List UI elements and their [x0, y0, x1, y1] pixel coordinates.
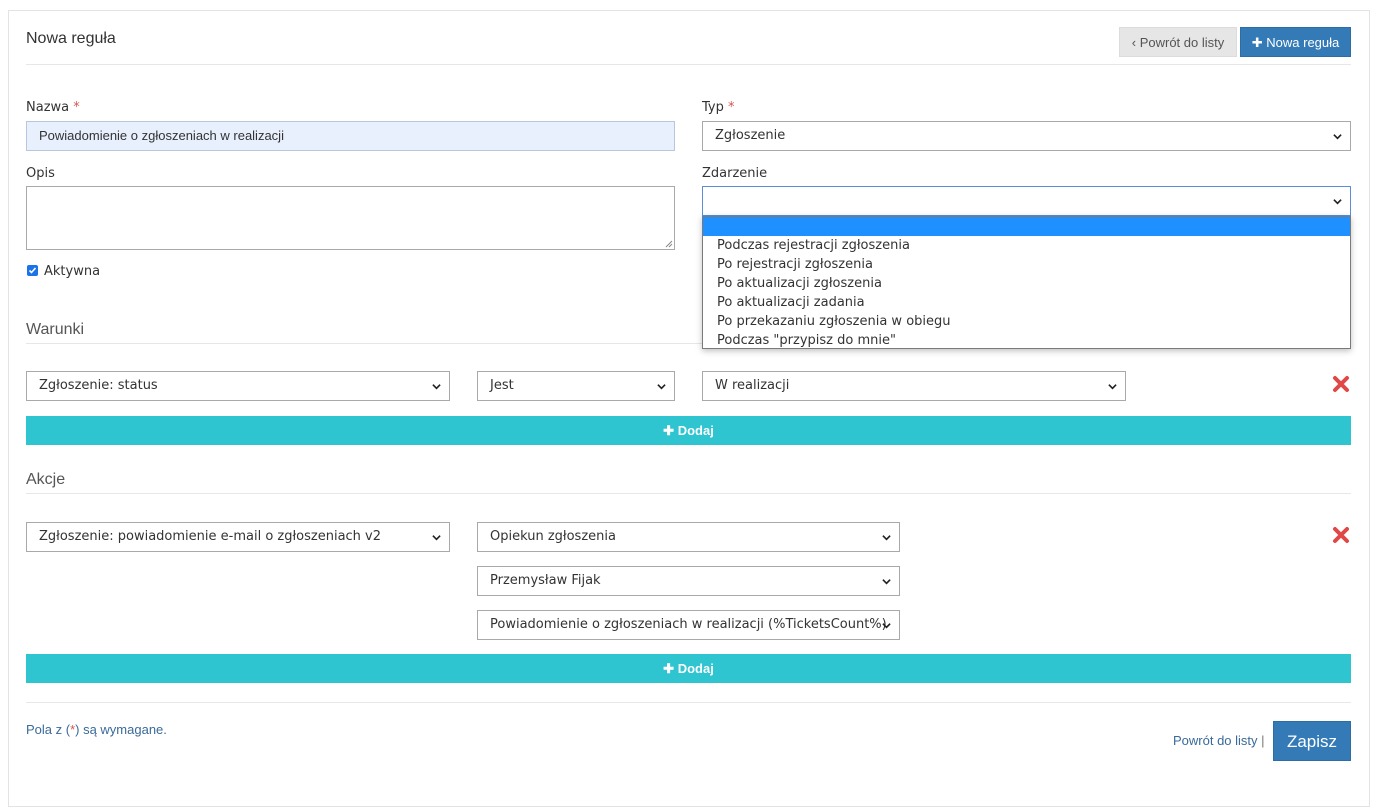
type-label-text: Typ [702, 100, 724, 115]
new-rule-button[interactable]: ✚ Nowa reguła [1240, 27, 1351, 57]
condition-value-select[interactable]: W realizacji [702, 371, 1126, 401]
page-title: Nowa reguła [26, 30, 116, 47]
chevron-down-icon [1333, 199, 1342, 205]
note-suffix: ) są wymagane. [75, 722, 167, 737]
event-option[interactable]: Po aktualizacji zadania [703, 293, 1350, 312]
name-field[interactable]: Powiadomienie o zgłoszeniach w realizacj… [26, 121, 675, 151]
action-recipient-select[interactable]: Opiekun zgłoszenia [477, 522, 900, 552]
back-to-list-link[interactable]: Powrót do listy [1173, 733, 1258, 748]
footer-separator: | [1261, 733, 1265, 748]
actions-divider [26, 493, 1351, 494]
add-condition-label: Dodaj [677, 423, 714, 438]
actions-title: Akcje [26, 471, 66, 488]
condition-field-select[interactable]: Zgłoszenie: status [26, 371, 450, 401]
name-label: Nazwa * [26, 100, 80, 115]
description-label: Opis [26, 166, 55, 181]
condition-value-value: W realizacji [715, 378, 790, 393]
add-action-label: Dodaj [677, 661, 714, 676]
required-mark: * [73, 100, 80, 115]
event-select[interactable] [702, 186, 1351, 216]
condition-operator-value: Jest [490, 378, 514, 393]
condition-operator-select[interactable]: Jest [477, 371, 675, 401]
plus-icon: ✚ [663, 661, 675, 676]
check-icon [28, 267, 37, 274]
chevron-down-icon [432, 384, 441, 390]
plus-icon: ✚ [663, 423, 675, 438]
resize-grip-icon[interactable] [665, 240, 673, 248]
note-prefix: Pola z ( [26, 722, 71, 737]
event-option[interactable]: Po rejestracji zgłoszenia [703, 255, 1350, 274]
event-dropdown-list[interactable]: Podczas rejestracji zgłoszenia Po rejest… [702, 216, 1351, 349]
chevron-down-icon [1333, 134, 1342, 140]
close-icon[interactable] [1332, 375, 1350, 393]
event-option[interactable]: Podczas "przypisz do mnie" [703, 331, 1350, 350]
footer-links: Powrót do listy | [1173, 733, 1265, 748]
action-type-value: Zgłoszenie: powiadomienie e-mail o zgłos… [39, 529, 382, 544]
event-label: Zdarzenie [702, 166, 768, 181]
chevron-down-icon [882, 623, 891, 629]
chevron-down-icon [882, 579, 891, 585]
action-user-value: Przemysław Fijak [490, 573, 601, 588]
type-select[interactable]: Zgłoszenie [702, 121, 1351, 151]
event-option[interactable]: Podczas rejestracji zgłoszenia [703, 236, 1350, 255]
new-rule-label: Nowa reguła [1266, 35, 1340, 50]
footer-divider [26, 702, 1351, 703]
chevron-down-icon [1108, 384, 1117, 390]
action-template-select[interactable]: Powiadomienie o zgłoszeniach w realizacj… [477, 610, 900, 640]
chevron-left-icon: ‹ [1131, 35, 1137, 50]
type-label: Typ * [702, 100, 735, 115]
back-to-list-button[interactable]: ‹ Powrót do listy [1119, 27, 1237, 57]
active-label: Aktywna [44, 264, 101, 279]
add-condition-button[interactable]: ✚ Dodaj [26, 416, 1351, 445]
required-mark: * [728, 100, 735, 115]
required-fields-note: Pola z (*) są wymagane. [26, 722, 167, 737]
action-recipient-value: Opiekun zgłoszenia [490, 529, 616, 544]
chevron-down-icon [432, 535, 441, 541]
plus-icon: ✚ [1251, 35, 1263, 50]
description-textarea[interactable] [26, 186, 675, 250]
conditions-title: Warunki [26, 321, 85, 338]
type-select-value: Zgłoszenie [715, 128, 786, 143]
add-action-button[interactable]: ✚ Dodaj [26, 654, 1351, 683]
event-option[interactable]: Po przekazaniu zgłoszenia w obiegu [703, 312, 1350, 331]
chevron-down-icon [882, 535, 891, 541]
active-checkbox[interactable] [27, 265, 38, 276]
event-option[interactable] [703, 217, 1350, 236]
chevron-down-icon [657, 384, 666, 390]
back-to-list-label: Powrót do listy [1139, 35, 1225, 50]
name-label-text: Nazwa [26, 100, 70, 115]
action-type-select[interactable]: Zgłoszenie: powiadomienie e-mail o zgłos… [26, 522, 450, 552]
action-user-select[interactable]: Przemysław Fijak [477, 566, 900, 596]
condition-field-value: Zgłoszenie: status [39, 378, 158, 393]
close-icon[interactable] [1332, 526, 1350, 544]
action-template-value: Powiadomienie o zgłoszeniach w realizacj… [490, 617, 887, 632]
event-option[interactable]: Po aktualizacji zgłoszenia [703, 274, 1350, 293]
save-button[interactable]: Zapisz [1273, 721, 1351, 761]
header-divider [26, 64, 1351, 65]
